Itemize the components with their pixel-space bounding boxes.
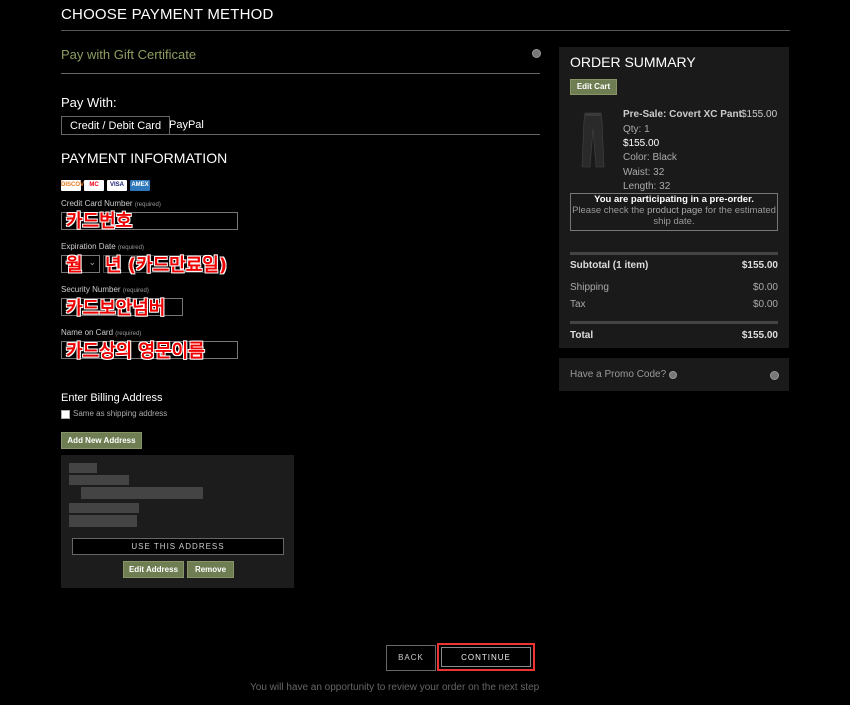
tab-paypal[interactable]: PayPal [161,116,212,134]
redacted-text [69,515,137,527]
edit-address-button[interactable]: Edit Address [123,561,184,578]
name-on-card-annotation: 카드상의 영문이름 [66,341,205,362]
billing-address-title: Enter Billing Address [61,392,163,404]
page-title: CHOOSE PAYMENT METHOD [61,6,274,23]
discover-logo-icon: DISCOVER [61,180,92,191]
product-qty: Qty: 1 [623,124,650,135]
visa-logo-icon: VISA [107,180,127,191]
chevron-down-icon: ⌄ [88,257,96,267]
product-length: Length: 32 [623,181,671,192]
preorder-text-pre: Please check the [572,205,648,216]
remove-address-button[interactable]: Remove [187,561,234,578]
summary-divider [570,252,778,255]
year-annotation: 년 (카드만료일) [105,255,228,276]
back-button[interactable]: BACK [386,645,436,671]
expand-circle-icon[interactable] [770,371,779,380]
redacted-text [81,487,203,499]
subtotal-row: Subtotal (1 item) $155.00 [570,260,778,271]
gift-divider [61,73,540,74]
name-on-card-label: Name on Card (required) [61,328,142,337]
promo-code-label[interactable]: Have a Promo Code? [570,369,666,380]
redacted-text [69,475,129,485]
shipping-row: Shipping $0.00 [570,282,778,293]
mastercard-logo-icon: MC [84,180,104,191]
preorder-notice: You are participating in a pre-order. Pl… [570,193,778,231]
card-number-annotation: 카드번호 [66,211,133,232]
continue-highlight: CONTINUE [437,643,535,671]
amex-logo-icon: AMEX [130,180,150,191]
pay-with-label: Pay With: [61,95,117,110]
product-name[interactable]: Pre-Sale: Covert XC Pant [623,109,742,120]
product-pant-image [581,112,605,168]
security-number-label: Security Number (required) [61,285,149,294]
tax-row: Tax $0.00 [570,299,778,310]
review-note: You will have an opportunity to review y… [250,682,540,693]
help-icon[interactable] [669,371,677,379]
month-annotation: 월 [66,255,83,276]
same-as-shipping-checkbox[interactable] [61,410,70,419]
total-row: Total $155.00 [570,330,778,341]
same-as-shipping-label: Same as shipping address [73,409,168,418]
redacted-text [69,463,97,473]
product-unit-price: $155.00 [623,138,660,149]
edit-cart-button[interactable]: Edit Cart [570,79,617,95]
tab-credit-card[interactable]: Credit / Debit Card [61,116,171,135]
product-color: Color: Black [623,152,677,163]
product-page-link[interactable]: product page [647,205,702,216]
product-waist: Waist: 32 [623,167,665,178]
card-logos: DISCOVER MC VISA AMEX [61,180,150,191]
redacted-text [69,503,139,513]
product-price: $155.00 [741,109,778,120]
add-new-address-button[interactable]: Add New Address [61,432,142,449]
header-divider [61,30,790,31]
expiration-label: Expiration Date (required) [61,242,144,251]
order-summary-title: ORDER SUMMARY [570,54,696,70]
preorder-bold: You are participating in a pre-order. [594,194,754,205]
gift-certificate-toggle[interactable]: Pay with Gift Certificate [61,47,196,62]
use-this-address-button[interactable]: USE THIS ADDRESS [72,538,284,555]
security-number-annotation: 카드보안넘버 [66,298,166,319]
total-divider [570,321,778,324]
continue-button[interactable]: CONTINUE [441,647,531,667]
tabs-divider [61,134,540,135]
payment-information-title: PAYMENT INFORMATION [61,150,228,166]
expand-circle-icon[interactable] [532,49,541,58]
